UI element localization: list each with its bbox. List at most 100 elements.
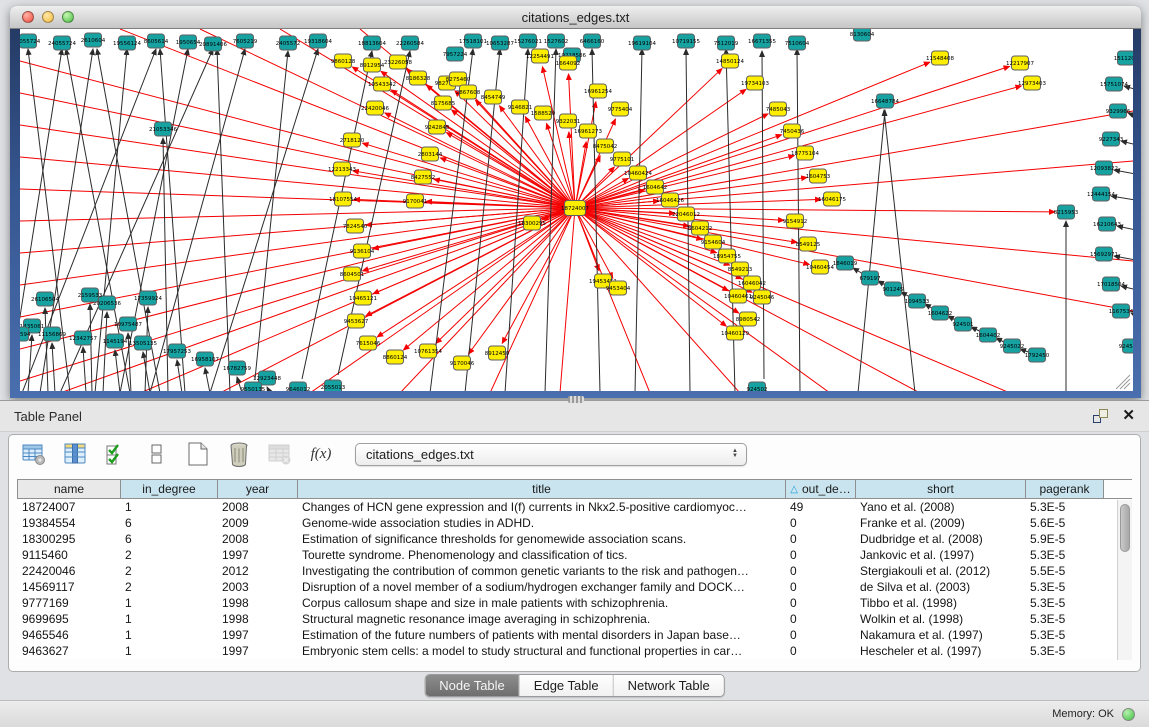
graph-node-label: 7824540 xyxy=(343,224,368,230)
cell-out: 0 xyxy=(785,580,855,594)
create-table-icon[interactable] xyxy=(185,441,211,467)
cell-in_degree: 1 xyxy=(120,628,217,642)
scrollbar-thumb[interactable] xyxy=(1120,504,1130,552)
table-select-dropdown[interactable]: citations_edges.txt ▲▼ xyxy=(355,443,747,466)
table-panel-title: Table Panel xyxy=(14,409,82,424)
table-row[interactable]: 946362711997Embryonic stem cells: a mode… xyxy=(17,643,1132,659)
float-panel-icon[interactable] xyxy=(1093,409,1108,423)
network-graph[interactable]: 2055724240557242610604195561248605614195… xyxy=(20,29,1133,391)
column-header-in_degree[interactable]: in_degree xyxy=(121,480,218,498)
cell-pagerank: 5.3E-5 xyxy=(1025,580,1103,594)
select-all-icon[interactable] xyxy=(103,441,129,467)
graph-node-label: 8130604 xyxy=(850,32,875,38)
graph-node-label: 16782759 xyxy=(223,366,251,372)
table-row[interactable]: 969969511998Structural magnetic resonanc… xyxy=(17,611,1132,627)
graph-node-label: 7485043 xyxy=(766,107,791,113)
cell-year: 2009 xyxy=(217,516,297,530)
memory-status-label: Memory: OK xyxy=(1052,708,1114,720)
choose-columns-icon[interactable] xyxy=(62,441,88,467)
graph-node-label: 19734103 xyxy=(741,81,769,87)
table-row[interactable]: 1938455462009Genome-wide association stu… xyxy=(17,515,1132,531)
table-row[interactable]: 1830029562008Estimation of significance … xyxy=(17,531,1132,547)
panel-divider-handle[interactable] xyxy=(568,396,584,403)
memory-status-icon xyxy=(1122,708,1135,721)
graph-node-label: 10460461 xyxy=(724,294,752,300)
cell-in_degree: 2 xyxy=(120,548,217,562)
table-row[interactable]: 977716911998Corpus callosum shape and si… xyxy=(17,595,1132,611)
delete-table-icon[interactable] xyxy=(226,441,252,467)
cell-pagerank: 5.3E-5 xyxy=(1025,644,1103,658)
graph-node-label: 22420046 xyxy=(361,106,389,112)
graph-node-label: 18954755 xyxy=(713,254,741,260)
network-view-window: citations_edges.txt 20557242405572426106… xyxy=(10,6,1141,398)
minimize-window-button[interactable] xyxy=(42,11,54,23)
graph-node-label: 10653287 xyxy=(486,41,514,47)
cell-name: 22420046 xyxy=(17,564,120,578)
zoom-window-button[interactable] xyxy=(62,11,74,23)
cell-title: Investigating the contribution of common… xyxy=(297,564,785,578)
graph-node-label: 9154604 xyxy=(701,240,726,246)
column-header-pagerank[interactable]: pagerank xyxy=(1026,480,1104,498)
tab-node-table[interactable]: Node Table xyxy=(425,675,520,696)
graph-node-label: 2867608 xyxy=(456,90,481,96)
graph-node-label: 8215953 xyxy=(1054,210,1079,216)
table-row[interactable]: 1456911722003Disruption of a novel membe… xyxy=(17,579,1132,595)
graph-node-label: 2159533 xyxy=(78,293,103,299)
cell-short: Franke et al. (2009) xyxy=(855,516,1025,530)
cell-year: 2003 xyxy=(217,580,297,594)
cell-title: Estimation of the future numbers of pati… xyxy=(297,628,785,642)
column-header-year[interactable]: year xyxy=(218,480,298,498)
table-row[interactable]: 2242004622012Investigating the contribut… xyxy=(17,563,1132,579)
table-row[interactable]: 946554611997Estimation of the future num… xyxy=(17,627,1132,643)
graph-node-label: 11548408 xyxy=(926,56,954,62)
cell-name: 19384554 xyxy=(17,516,120,530)
column-header-title[interactable]: title xyxy=(298,480,786,498)
graph-node-label: 8549125 xyxy=(796,242,821,248)
column-header-label: name xyxy=(54,482,84,496)
close-window-button[interactable] xyxy=(22,11,34,23)
graph-node-label: 2610604 xyxy=(81,38,106,44)
column-header-out[interactable]: △out_de… xyxy=(786,480,856,498)
graph-node-label: 12213343 xyxy=(328,167,356,173)
graph-node-label: 10460424 xyxy=(624,171,652,177)
cell-in_degree: 1 xyxy=(120,612,217,626)
graph-node-label: 9227343 xyxy=(1099,137,1124,143)
toggle-rows-icon[interactable] xyxy=(144,441,170,467)
cell-pagerank: 5.6E-5 xyxy=(1025,516,1103,530)
column-header-name[interactable]: name xyxy=(18,480,121,498)
function-builder-icon[interactable]: f(x) xyxy=(308,441,334,467)
cell-name: 18300295 xyxy=(17,532,120,546)
graph-node-label: 9242848 xyxy=(425,125,450,131)
graph-node-label: 8604212 xyxy=(688,226,713,232)
graph-node-label: 15692971 xyxy=(1090,252,1118,258)
node-table: name in_degreeyeartitle△out_de…shortpager… xyxy=(17,479,1132,659)
table-row[interactable]: 1872400712008Changes of HCN gene express… xyxy=(17,499,1132,515)
graph-node-label: 18107554 xyxy=(329,197,357,203)
graph-node-label: 12923448 xyxy=(253,376,281,382)
cell-name: 9115460 xyxy=(17,548,120,562)
cell-in_degree: 6 xyxy=(120,532,217,546)
graph-node-label: 8980542 xyxy=(736,317,761,323)
column-header-short[interactable]: short xyxy=(856,480,1026,498)
graph-node-label: 8475042 xyxy=(593,144,618,150)
cell-year: 2008 xyxy=(217,532,297,546)
graph-node-label: 16210643 xyxy=(1093,222,1121,228)
network-canvas[interactable]: 2055724240557242610604195561248605614195… xyxy=(20,29,1133,391)
graph-node-label: 17018504 xyxy=(1097,282,1125,288)
window-title: citations_edges.txt xyxy=(522,10,630,25)
tab-edge-table[interactable]: Edge Table xyxy=(520,675,614,696)
cell-name: 9699695 xyxy=(17,612,120,626)
delete-column-icon[interactable] xyxy=(267,441,293,467)
table-body: 1872400712008Changes of HCN gene express… xyxy=(17,499,1132,659)
table-options-icon[interactable] xyxy=(21,441,47,467)
table-scrollbar[interactable] xyxy=(1117,500,1132,660)
graph-node-label: 7510604 xyxy=(785,41,810,47)
cell-name: 14569117 xyxy=(17,580,120,594)
close-panel-icon[interactable]: ✕ xyxy=(1122,409,1135,423)
cell-pagerank: 5.3E-5 xyxy=(1025,628,1103,642)
cell-out: 49 xyxy=(785,500,855,514)
window-titlebar[interactable]: citations_edges.txt xyxy=(10,6,1141,29)
cell-pagerank: 5.9E-5 xyxy=(1025,532,1103,546)
tab-network-table[interactable]: Network Table xyxy=(614,675,724,696)
table-row[interactable]: 911546021997Tourette syndrome. Phenomeno… xyxy=(17,547,1132,563)
